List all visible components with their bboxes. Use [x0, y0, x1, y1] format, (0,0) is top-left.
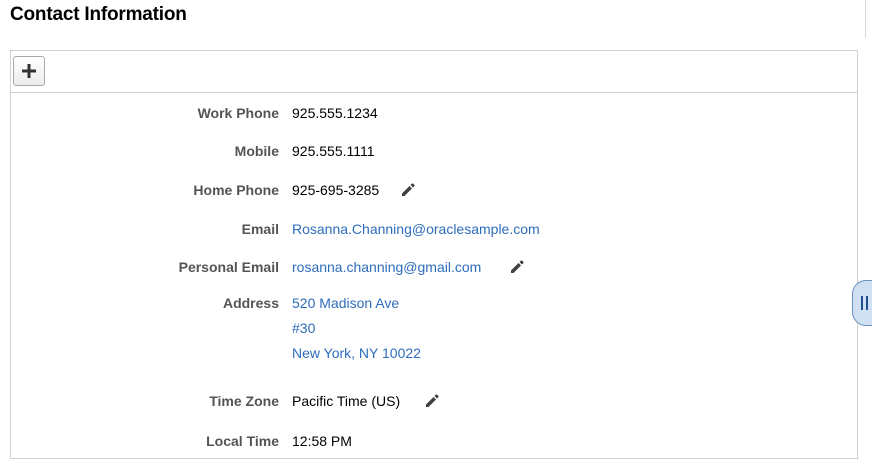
mobile-row: Mobile 925.555.1111 — [11, 141, 857, 165]
local-time-value: 12:58 PM — [292, 433, 352, 449]
panel-toolbar — [11, 51, 857, 93]
time-zone-row: Time Zone Pacific Time (US) — [11, 391, 857, 415]
pencil-icon — [402, 183, 415, 196]
time-zone-value: Pacific Time (US) — [292, 393, 401, 409]
home-phone-row: Home Phone 925-695-3285 — [11, 180, 857, 204]
time-zone-label: Time Zone — [209, 393, 279, 409]
email-row: Email Rosanna.Channing@oraclesample.com — [11, 219, 857, 243]
handle-bar — [866, 296, 868, 310]
work-phone-row: Work Phone 925.555.1234 — [11, 103, 857, 127]
address-line-2[interactable]: #30 — [292, 318, 315, 338]
add-button[interactable] — [13, 56, 45, 86]
home-phone-edit-button[interactable] — [400, 182, 416, 198]
pencil-icon — [511, 260, 524, 273]
local-time-label: Local Time — [206, 433, 279, 449]
home-phone-label: Home Phone — [193, 182, 279, 198]
email-label: Email — [241, 221, 279, 237]
local-time-row: Local Time 12:58 PM — [11, 431, 857, 455]
address-row: Address 520 Madison Ave #30 New York, NY… — [11, 293, 857, 363]
work-phone-value: 925.555.1234 — [292, 105, 378, 121]
plus-icon — [22, 64, 36, 78]
page: Contact Information Work Phone 925.555.1… — [0, 0, 876, 468]
personal-email-edit-button[interactable] — [509, 259, 525, 275]
address-label: Address — [222, 295, 279, 311]
address-line-3[interactable]: New York, NY 10022 — [292, 343, 421, 363]
mobile-label: Mobile — [234, 143, 279, 159]
email-link[interactable]: Rosanna.Channing@oraclesample.com — [292, 219, 540, 239]
work-phone-label: Work Phone — [197, 105, 279, 121]
address-line-1[interactable]: 520 Madison Ave — [292, 293, 399, 313]
window-edge — [872, 0, 876, 468]
divider — [865, 0, 866, 38]
home-phone-value: 925-695-3285 — [292, 182, 380, 198]
mobile-value: 925.555.1111 — [292, 143, 375, 159]
handle-bar — [861, 296, 863, 310]
personal-email-label: Personal Email — [178, 259, 279, 275]
personal-email-link[interactable]: rosanna.channing@gmail.com — [292, 257, 481, 277]
personal-email-row: Personal Email rosanna.channing@gmail.co… — [11, 257, 857, 281]
time-zone-edit-button[interactable] — [424, 393, 440, 409]
contact-info-panel: Work Phone 925.555.1234 Mobile 925.555.1… — [10, 50, 858, 459]
page-title: Contact Information — [10, 4, 187, 25]
pencil-icon — [426, 394, 439, 407]
